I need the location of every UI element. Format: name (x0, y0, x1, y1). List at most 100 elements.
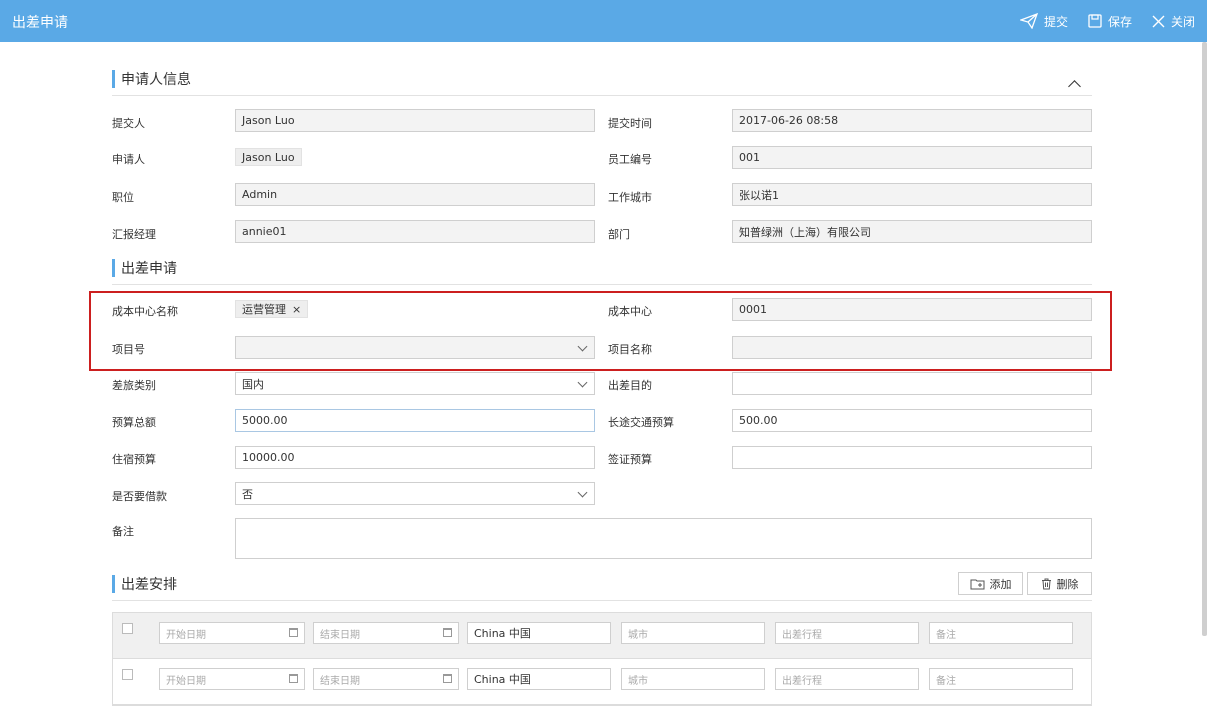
row-checkbox[interactable] (122, 669, 133, 680)
section-divider (112, 600, 1092, 601)
section-divider (112, 95, 1092, 96)
travel-type-value: 国内 (242, 377, 264, 391)
section-divider (112, 284, 1092, 285)
calendar-icon (289, 674, 298, 683)
schedule-table: 开始日期 结束日期 China 中国 城市 出差行程 备注 开始日期 结束日期 … (112, 612, 1092, 706)
end-date-placeholder: 结束日期 (320, 675, 360, 687)
dept-field: 知普绿洲（上海）有限公司 (732, 220, 1092, 243)
applicant-label: 申请人 (112, 153, 145, 166)
cost-center-field: 0001 (732, 298, 1092, 321)
section-marker (112, 575, 115, 593)
window-title: 出差申请 (12, 15, 68, 31)
app-header: 出差申请 提交 保存 关闭 (0, 0, 1207, 42)
table-row: 开始日期 结束日期 China 中国 城市 出差行程 备注 (113, 613, 1091, 659)
cost-center-name-tag: 运营管理 × (235, 300, 309, 318)
scrollbar[interactable] (1202, 42, 1207, 636)
chevron-down-icon (577, 377, 588, 388)
start-date-input[interactable]: 开始日期 (159, 668, 305, 690)
applicant-tag-text: Jason Luo (242, 150, 295, 164)
add-button[interactable]: 添加 (958, 572, 1023, 595)
calendar-icon (443, 674, 452, 683)
country-input[interactable]: China 中国 (467, 622, 611, 644)
manager-field: annie01 (235, 220, 595, 243)
dept-label: 部门 (608, 228, 630, 241)
visa-label: 签证预算 (608, 453, 652, 466)
submit-button[interactable]: 提交 (1019, 13, 1068, 30)
row-remark-input[interactable]: 备注 (929, 668, 1073, 690)
work-city-label: 工作城市 (608, 191, 652, 204)
submitter-label: 提交人 (112, 117, 145, 130)
country-input[interactable]: China 中国 (467, 668, 611, 690)
purpose-label: 出差目的 (608, 379, 652, 392)
collapse-icon[interactable] (1068, 80, 1081, 93)
add-label: 添加 (989, 577, 1012, 591)
end-date-input[interactable]: 结束日期 (313, 668, 459, 690)
city-input[interactable]: 城市 (621, 668, 765, 690)
emp-no-label: 员工编号 (608, 153, 652, 166)
budget-total-input[interactable]: 5000.00 (235, 409, 595, 432)
purpose-input[interactable] (732, 372, 1092, 395)
header-actions: 提交 保存 关闭 (1019, 0, 1195, 42)
emp-no-field: 001 (732, 146, 1092, 169)
end-date-input[interactable]: 结束日期 (313, 622, 459, 644)
chevron-down-icon (577, 341, 588, 352)
section-trip-label: 出差申请 (121, 261, 177, 277)
lodging-input[interactable]: 10000.00 (235, 446, 595, 469)
cost-center-name-label: 成本中心名称 (112, 305, 178, 318)
project-name-field (732, 336, 1092, 359)
save-label: 保存 (1107, 14, 1132, 29)
loan-value: 否 (242, 487, 253, 501)
visa-input[interactable] (732, 446, 1092, 469)
submit-label: 提交 (1043, 14, 1068, 29)
chevron-down-icon (577, 487, 588, 498)
save-button[interactable]: 保存 (1088, 13, 1132, 30)
loan-label: 是否要借款 (112, 490, 167, 503)
row-checkbox[interactable] (122, 623, 133, 634)
save-icon (1088, 14, 1102, 28)
applicant-tag: Jason Luo (235, 148, 302, 166)
end-date-placeholder: 结束日期 (320, 629, 360, 641)
section-schedule-title: 出差安排 (112, 575, 177, 593)
start-date-placeholder: 开始日期 (166, 629, 206, 641)
send-icon (1019, 13, 1038, 29)
delete-button[interactable]: 删除 (1027, 572, 1092, 595)
travel-type-label: 差旅类别 (112, 379, 156, 392)
long-transport-input[interactable]: 500.00 (732, 409, 1092, 432)
close-icon (1152, 15, 1165, 27)
calendar-icon (289, 628, 298, 637)
close-label: 关闭 (1170, 14, 1195, 29)
section-applicant-label: 申请人信息 (121, 72, 191, 88)
loan-select[interactable]: 否 (235, 482, 595, 505)
position-field: Admin (235, 183, 595, 206)
calendar-icon (443, 628, 452, 637)
close-button[interactable]: 关闭 (1152, 13, 1195, 30)
folder-add-icon (970, 579, 984, 589)
section-marker (112, 259, 115, 277)
cost-center-name-tag-text: 运营管理 (242, 303, 286, 316)
project-name-label: 项目名称 (608, 343, 652, 356)
remark-label: 备注 (112, 525, 134, 538)
table-row: 开始日期 结束日期 China 中国 城市 出差行程 备注 (113, 659, 1091, 705)
remark-textarea[interactable] (235, 518, 1092, 559)
long-transport-label: 长途交通预算 (608, 416, 674, 429)
section-applicant-title: 申请人信息 (112, 70, 191, 88)
manager-label: 汇报经理 (112, 228, 156, 241)
section-marker (112, 70, 115, 88)
start-date-input[interactable]: 开始日期 (159, 622, 305, 644)
project-no-select[interactable] (235, 336, 595, 359)
travel-type-select[interactable]: 国内 (235, 372, 595, 395)
project-no-label: 项目号 (112, 343, 145, 356)
itinerary-input[interactable]: 出差行程 (775, 668, 919, 690)
section-trip-title: 出差申请 (112, 259, 177, 277)
section-schedule-label: 出差安排 (121, 577, 177, 593)
row-remark-input[interactable]: 备注 (929, 622, 1073, 644)
submit-time-field: 2017-06-26 08:58 (732, 109, 1092, 132)
city-input[interactable]: 城市 (621, 622, 765, 644)
delete-label: 删除 (1056, 577, 1079, 591)
work-city-field: 张以诺1 (732, 183, 1092, 206)
itinerary-input[interactable]: 出差行程 (775, 622, 919, 644)
lodging-label: 住宿预算 (112, 453, 156, 466)
position-label: 职位 (112, 191, 134, 204)
cost-center-label: 成本中心 (608, 305, 652, 318)
remove-tag-icon[interactable]: × (292, 303, 301, 316)
